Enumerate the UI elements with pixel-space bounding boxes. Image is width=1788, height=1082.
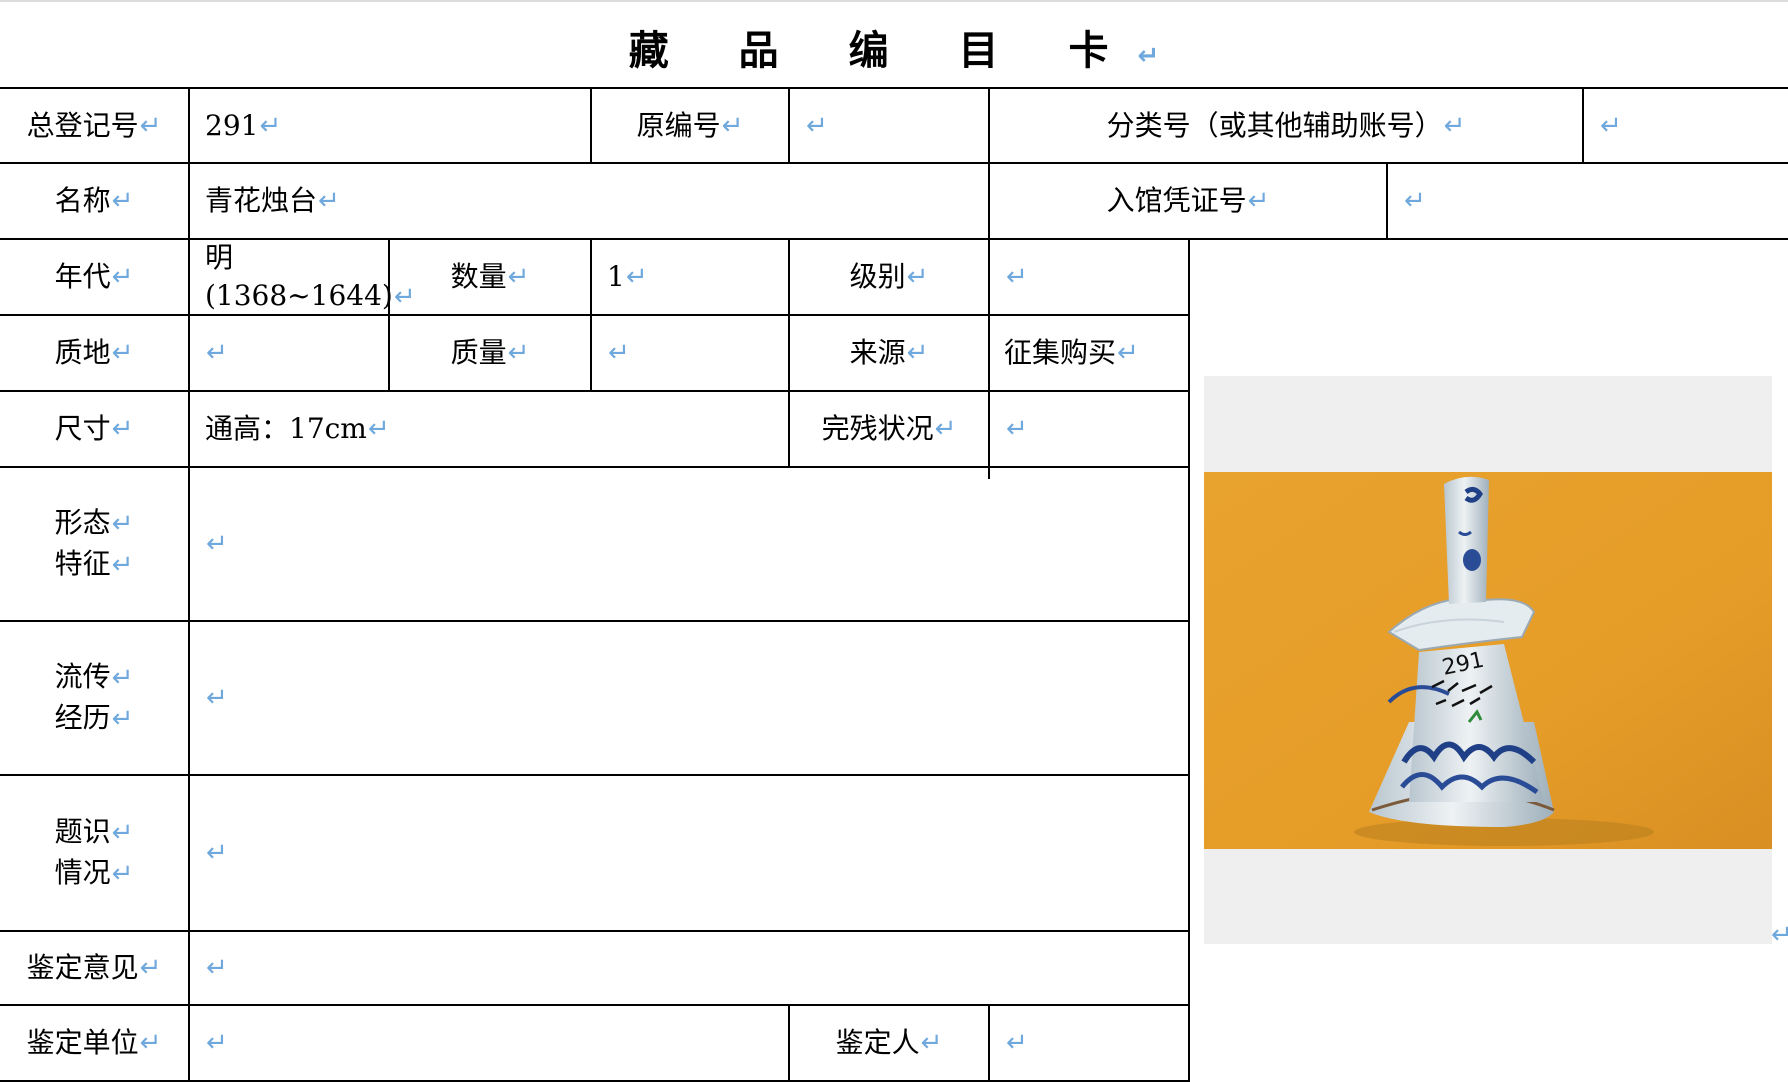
original-no-label: 原编号 ↵ <box>636 108 744 142</box>
condition-value[interactable]: ↵ <box>990 392 1188 466</box>
artifact-photo[interactable]: 291 <box>1204 472 1772 849</box>
edge-return-mark: ↵ <box>1771 920 1788 950</box>
material-value[interactable]: ↵ <box>190 316 388 390</box>
entry-voucher-label: 入馆凭证号 ↵ <box>1106 184 1270 217</box>
era-line1: 明 <box>205 240 234 274</box>
total-reg-no-label: 总登记号 ↵ <box>26 108 162 142</box>
top-edge <box>0 0 1788 2</box>
original-no-value[interactable]: ↵ <box>790 89 988 162</box>
source-value[interactable]: 征集购买 ↵ <box>990 316 1188 390</box>
era-line2: (1368~1644)↵ <box>205 278 416 312</box>
page-title: 藏 品 编 目 卡↵ <box>628 28 1160 74</box>
grade-label: 级别 ↵ <box>849 260 929 293</box>
appraiser-label: 鉴定人 ↵ <box>835 1026 943 1059</box>
provenance-label: 流传↵ 经历↵ <box>54 660 134 734</box>
total-reg-no-value[interactable]: 291 ↵ <box>190 89 590 162</box>
name-label: 名称 ↵ <box>54 184 134 217</box>
grade-value[interactable]: ↵ <box>990 240 1188 314</box>
quantity-label: 数量 ↵ <box>450 260 530 293</box>
appraisal-opinion-label: 鉴定意见 ↵ <box>26 951 162 984</box>
name-value[interactable]: 青花烛台 ↵ <box>190 164 988 238</box>
category-no-value[interactable]: ↵ <box>1584 89 1788 162</box>
appraiser-value[interactable]: ↵ <box>990 1006 1188 1080</box>
inscription-label: 题识↵ 情况↵ <box>54 815 134 889</box>
source-label: 来源 ↵ <box>849 336 929 369</box>
weight-value[interactable]: ↵ <box>592 316 788 390</box>
era-value[interactable]: 明 (1368~1644)↵ <box>205 240 416 314</box>
era-label: 年代 ↵ <box>54 260 134 293</box>
weight-label: 质量 ↵ <box>450 336 530 369</box>
quantity-value[interactable]: 1 ↵ <box>592 240 788 314</box>
rule <box>1188 238 1190 1082</box>
appraisal-opinion-value[interactable]: ↵ <box>190 932 1188 1004</box>
appraisal-unit-value[interactable]: ↵ <box>190 1006 788 1080</box>
entry-voucher-value[interactable]: ↵ <box>1388 164 1788 238</box>
size-label: 尺寸 ↵ <box>54 412 134 445</box>
material-label: 质地 ↵ <box>54 336 134 369</box>
condition-label: 完残状况 ↵ <box>821 412 957 445</box>
form-label: 形态↵ 特征↵ <box>54 506 134 580</box>
category-no-label: 分类号（或其他辅助账号） ↵ <box>1106 108 1466 142</box>
size-value[interactable]: 通高：17cm ↵ <box>190 392 788 466</box>
form-value[interactable]: ↵ <box>190 468 1188 620</box>
appraisal-unit-label: 鉴定单位 ↵ <box>26 1026 162 1059</box>
inscription-value[interactable]: ↵ <box>190 776 1188 930</box>
provenance-value[interactable]: ↵ <box>190 622 1188 774</box>
